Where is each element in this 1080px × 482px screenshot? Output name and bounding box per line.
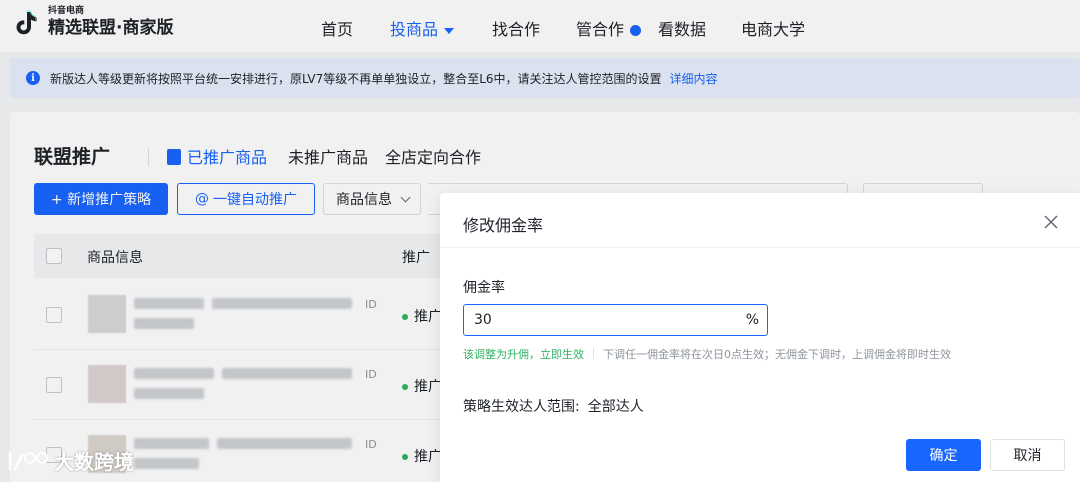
confirm-button[interactable]: 确定 — [906, 439, 981, 471]
creator-scope-value: 全部达人 — [587, 399, 644, 415]
watermark-logo-icon — [8, 451, 48, 470]
hint-divider — [593, 348, 594, 359]
modal-header: 修改佣金率 — [440, 193, 1080, 248]
confirm-label: 确定 — [929, 448, 958, 464]
modal-title: 修改佣金率 — [463, 216, 544, 235]
watermark-text: 大数跨境 — [54, 450, 134, 474]
cancel-button[interactable]: 取消 — [990, 439, 1065, 471]
close-icon[interactable] — [1040, 211, 1062, 233]
watermark: 大数跨境 — [6, 446, 134, 475]
creator-scope-label: 策略生效达人范围: — [463, 399, 580, 415]
commission-rate-label: 佣金率 — [463, 280, 505, 296]
cancel-label: 取消 — [1013, 448, 1042, 464]
hint-immediate: 该调整为升佣，立即生效 — [463, 348, 584, 361]
commission-hint: 该调整为升佣，立即生效 下调任一佣金率将在次日0点生效；无佣金下调时，上调佣金将即… — [463, 346, 951, 362]
edit-commission-modal: 修改佣金率 佣金率 % 该调整为升佣，立即生效 下调任一佣金率将在次日0点生效；无… — [440, 193, 1080, 482]
percent-suffix: % — [745, 312, 759, 328]
hint-rule: 下调任一佣金率将在次日0点生效；无佣金下调时，上调佣金将即时生效 — [603, 348, 951, 361]
commission-rate-input[interactable] — [474, 310, 724, 330]
creator-scope: 策略生效达人范围: 全部达人 — [463, 396, 644, 416]
commission-rate-field[interactable]: % — [463, 304, 768, 336]
